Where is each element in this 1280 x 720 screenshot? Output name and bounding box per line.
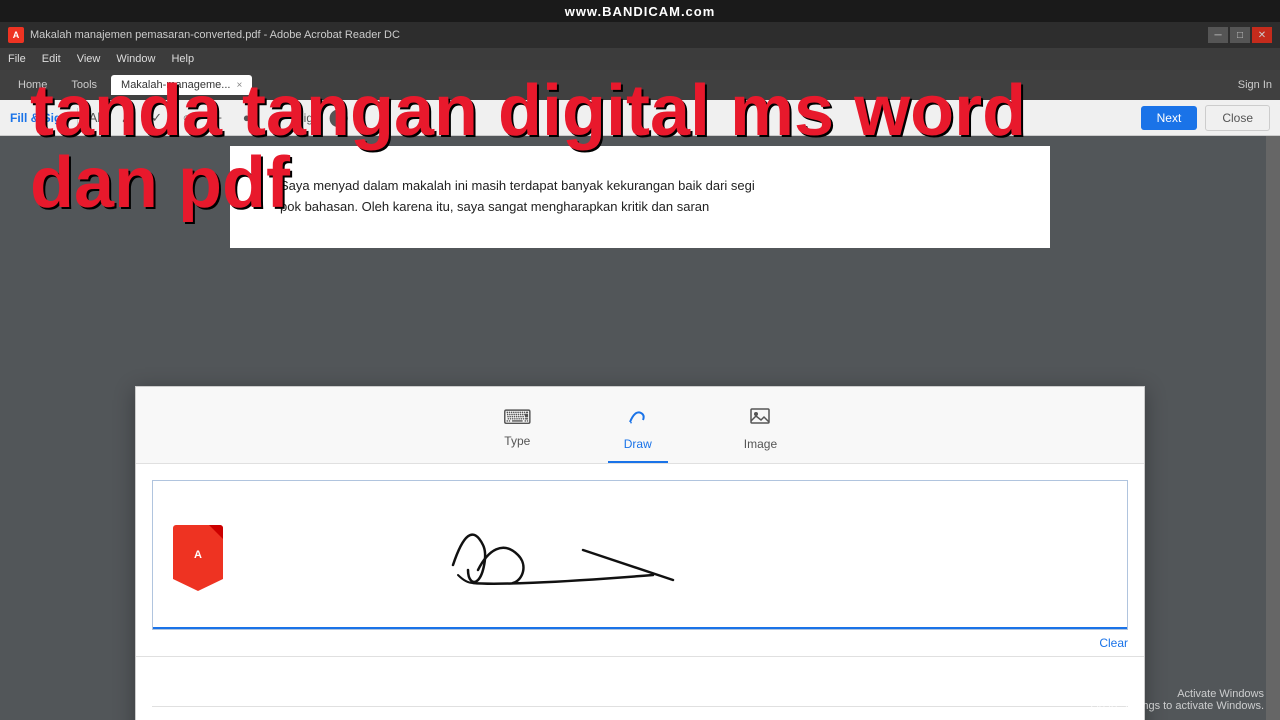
- pdf-area: Saya menyad dalam makalah ini masih terd…: [0, 136, 1280, 720]
- menu-view[interactable]: View: [77, 53, 101, 65]
- type-icon: ⌨: [503, 405, 532, 430]
- canvas-bottom-line: [153, 627, 1127, 629]
- minimize-button[interactable]: ─: [1208, 27, 1228, 43]
- close-toolbar-button[interactable]: Close: [1205, 105, 1270, 131]
- scrollbar-right[interactable]: [1266, 136, 1280, 720]
- draw-icon: [627, 405, 649, 433]
- menu-bar: File Edit View Window Help: [0, 48, 1280, 70]
- menu-file[interactable]: File: [8, 53, 26, 65]
- close-button[interactable]: ✕: [1252, 27, 1272, 43]
- signature-drawing: [273, 495, 773, 615]
- dialog-tabs: ⌨ Type Draw: [136, 387, 1144, 464]
- clear-button[interactable]: Clear: [1099, 636, 1128, 650]
- activate-line2: Go to Settings to activate Windows.: [1090, 700, 1264, 712]
- signature-dialog: ⌨ Type Draw: [135, 386, 1145, 720]
- tab-image-label: Image: [744, 437, 777, 451]
- menu-edit[interactable]: Edit: [42, 53, 61, 65]
- name-input-area: [152, 657, 1128, 707]
- window-controls: ─ □ ✕: [1208, 27, 1272, 43]
- overlay-line1: tanda tangan digital ms word: [30, 75, 1026, 147]
- bandicam-bar: www.BANDICAM.com: [0, 0, 1280, 22]
- adobe-icon: A: [173, 525, 223, 585]
- tab-image[interactable]: Image: [728, 399, 793, 463]
- menu-help[interactable]: Help: [171, 53, 194, 65]
- app-icon: A: [8, 27, 24, 43]
- bandicam-url: www.BANDICAM.com: [565, 4, 716, 19]
- window-title: Makalah manajemen pemasaran-converted.pd…: [30, 29, 1202, 41]
- title-bar: A Makalah manajemen pemasaran-converted.…: [0, 22, 1280, 48]
- tab-type[interactable]: ⌨ Type: [487, 399, 548, 463]
- maximize-button[interactable]: □: [1230, 27, 1250, 43]
- next-button[interactable]: Next: [1141, 106, 1198, 130]
- save-signature-area: Save signature: [136, 707, 1144, 720]
- overlay-text: tanda tangan digital ms word dan pdf: [30, 75, 1026, 219]
- tab-type-label: Type: [504, 434, 530, 448]
- tab-draw-label: Draw: [624, 437, 652, 451]
- activate-line1: Activate Windows: [1090, 688, 1264, 700]
- image-icon: [749, 405, 771, 433]
- tab-draw[interactable]: Draw: [608, 399, 668, 463]
- activate-windows-notice: Activate Windows Go to Settings to activ…: [1090, 688, 1264, 712]
- tab-bar-right: Sign In: [1238, 79, 1272, 91]
- menu-window[interactable]: Window: [116, 53, 155, 65]
- clear-area: Clear: [136, 630, 1144, 657]
- signature-canvas[interactable]: A: [152, 480, 1128, 630]
- sign-in-label[interactable]: Sign In: [1238, 79, 1272, 91]
- overlay-line2: dan pdf: [30, 147, 1026, 219]
